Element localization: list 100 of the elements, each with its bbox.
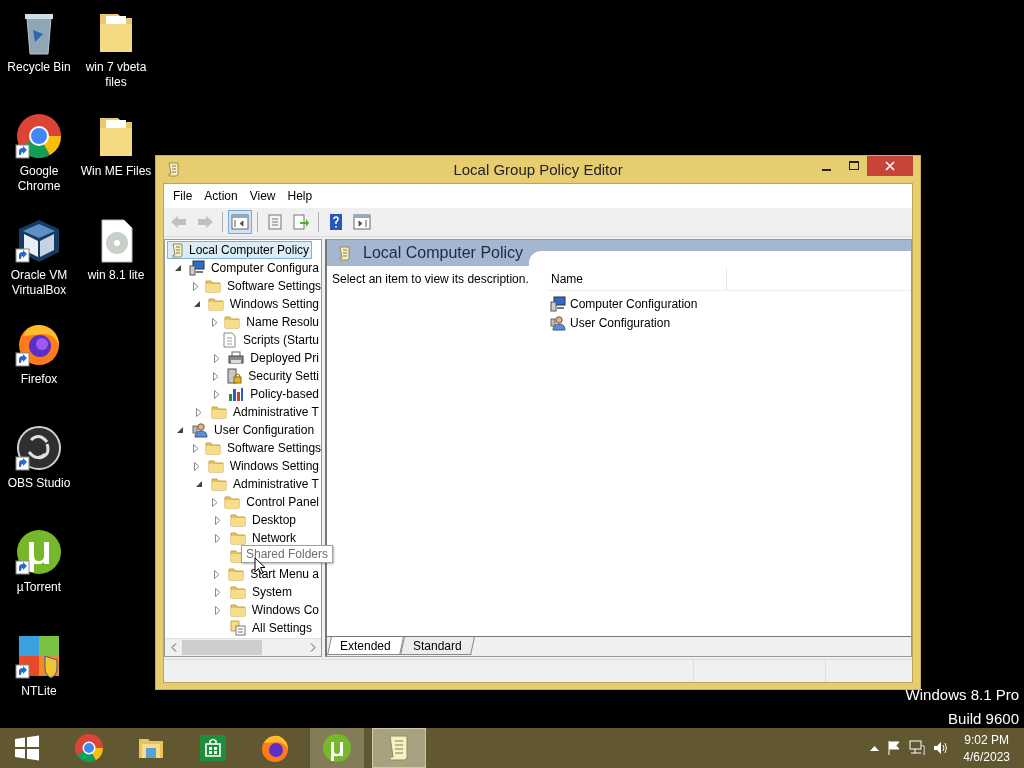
desktop-icon-label[interactable]: OBS Studio [7,476,71,491]
tree-item[interactable]: Software Settings [225,278,321,294]
collapse-arrow-icon[interactable] [193,300,201,308]
tree-item[interactable]: Policy-based [248,386,321,402]
tree-item[interactable]: Administrative T [231,476,321,492]
desktop-icon-label[interactable]: Firefox [20,372,58,387]
minimize-icon [822,169,831,171]
pane-title: Local Computer Policy [363,244,524,262]
menu-item[interactable]: View [243,189,282,203]
expand-arrow-icon[interactable] [212,317,219,327]
chrome-icon [74,733,104,763]
view-tab[interactable]: Standard [399,637,475,655]
tree-item[interactable]: Security Setti [246,368,321,384]
utorrent-icon[interactable] [15,528,63,576]
taskbar-button[interactable] [310,728,364,768]
collapse-arrow-icon[interactable] [176,426,184,434]
expand-arrow-icon[interactable] [215,533,221,543]
column-header[interactable]: Name [547,268,727,290]
collapse-arrow-icon[interactable] [174,264,182,272]
expand-arrow-icon[interactable] [214,605,221,615]
description-text: Select an item to view its description. [332,272,529,286]
desktop-icon-label[interactable]: Win ME Files [80,164,152,179]
expand-arrow-icon[interactable] [213,371,220,381]
list-item[interactable]: User Configuration [568,314,673,331]
network-icon[interactable] [909,740,926,756]
printer-icon [228,350,245,366]
folder-icon [207,296,224,312]
desktop-icon-label[interactable]: µTorrent [16,580,62,595]
expand-arrow-icon[interactable] [214,389,221,399]
help-icon [327,214,345,230]
view-tab[interactable]: Extended [327,637,404,655]
tree-item[interactable]: Windows Co [249,602,321,618]
toolbar-button[interactable] [228,210,252,234]
tree-item[interactable]: Start Menu a [248,566,321,582]
edition-watermark: Windows 8.1 Pro [905,686,1019,704]
folder-icon [229,602,246,618]
computer-icon [188,260,205,276]
console-tree-icon [231,214,249,230]
flag-icon[interactable] [887,740,902,756]
window-title: Local Group Policy Editor [453,161,623,178]
edition-watermark: Build 9600 [948,710,1019,728]
close-icon [885,161,895,171]
tree-item[interactable]: Scripts (Startu [240,332,321,348]
list-item[interactable]: Computer Configuration [568,295,700,312]
tree-item[interactable]: Administrative T [231,404,321,420]
expand-arrow-icon[interactable] [214,353,221,363]
menu-item[interactable]: Help [281,189,319,203]
tree-item[interactable]: System [250,584,294,600]
clock-date[interactable]: 4/6/2023 [963,749,1010,764]
scroll-right-icon[interactable] [309,643,316,652]
horizontal-scrollbar[interactable] [165,638,321,656]
expand-arrow-icon[interactable] [215,587,221,597]
expand-arrow-icon[interactable] [212,497,219,507]
collapse-arrow-icon[interactable] [195,480,203,488]
tree-item[interactable]: Desktop [250,512,299,528]
folder-icon [230,530,246,546]
store-icon [198,733,228,763]
desktop-icon-label[interactable]: win 8.1 lite [87,268,145,283]
tree-item[interactable]: Network [250,530,298,546]
tree-item[interactable]: Deployed Pri [248,350,321,366]
tree-item[interactable]: User Configuration [212,422,317,438]
desktop-icon-label[interactable]: Oracle VM VirtualBox [1,268,77,298]
menu-item[interactable]: File [167,189,199,203]
expand-arrow-icon[interactable] [215,515,221,525]
action-pane-icon [353,214,371,230]
menu-item[interactable]: Action [198,189,244,203]
expand-arrow-icon[interactable] [194,461,201,471]
folder-icon [205,440,221,456]
folder-icon [224,314,241,330]
user-icon [192,422,208,438]
folder-icon [224,494,241,510]
tree-item[interactable]: Software Settings [225,440,321,456]
volume-icon[interactable] [933,740,950,756]
utorrent-icon [322,733,352,763]
tree-item[interactable]: All Settings [250,620,315,636]
expand-arrow-icon[interactable] [193,281,199,291]
scroll-left-icon[interactable] [170,643,177,652]
desktop-icon-label[interactable]: win 7 vbeta files [76,60,156,90]
obs-icon[interactable] [15,424,63,472]
desktop-icon-label[interactable]: Google Chrome [1,164,77,194]
expand-arrow-icon[interactable] [196,407,202,417]
tree-item[interactable]: Local Computer Policy [167,241,313,259]
chrome-icon[interactable] [15,112,63,160]
scroll-thumb[interactable] [182,640,262,655]
tree-item[interactable]: Windows Setting [227,458,321,474]
desktop-icon-label[interactable]: Recycle Bin [7,60,71,75]
clock-time[interactable]: 9:02 PM [964,732,1009,747]
caret-up-icon[interactable] [870,745,880,751]
properties-icon [266,214,284,230]
scroll-icon [166,161,182,177]
scroll-icon [170,242,186,258]
expand-arrow-icon[interactable] [214,569,221,579]
tree-item[interactable]: Name Resolu [244,314,321,330]
desktop-icon-label[interactable]: NTLite [21,684,57,699]
tree-item[interactable]: Computer Configura [208,260,321,276]
tree-item[interactable]: Windows Setting [227,296,321,312]
tree-item[interactable]: Control Panel [244,494,321,510]
folder-icon [230,584,246,600]
expand-arrow-icon[interactable] [193,443,199,453]
tooltip: Shared Folders [241,545,334,563]
